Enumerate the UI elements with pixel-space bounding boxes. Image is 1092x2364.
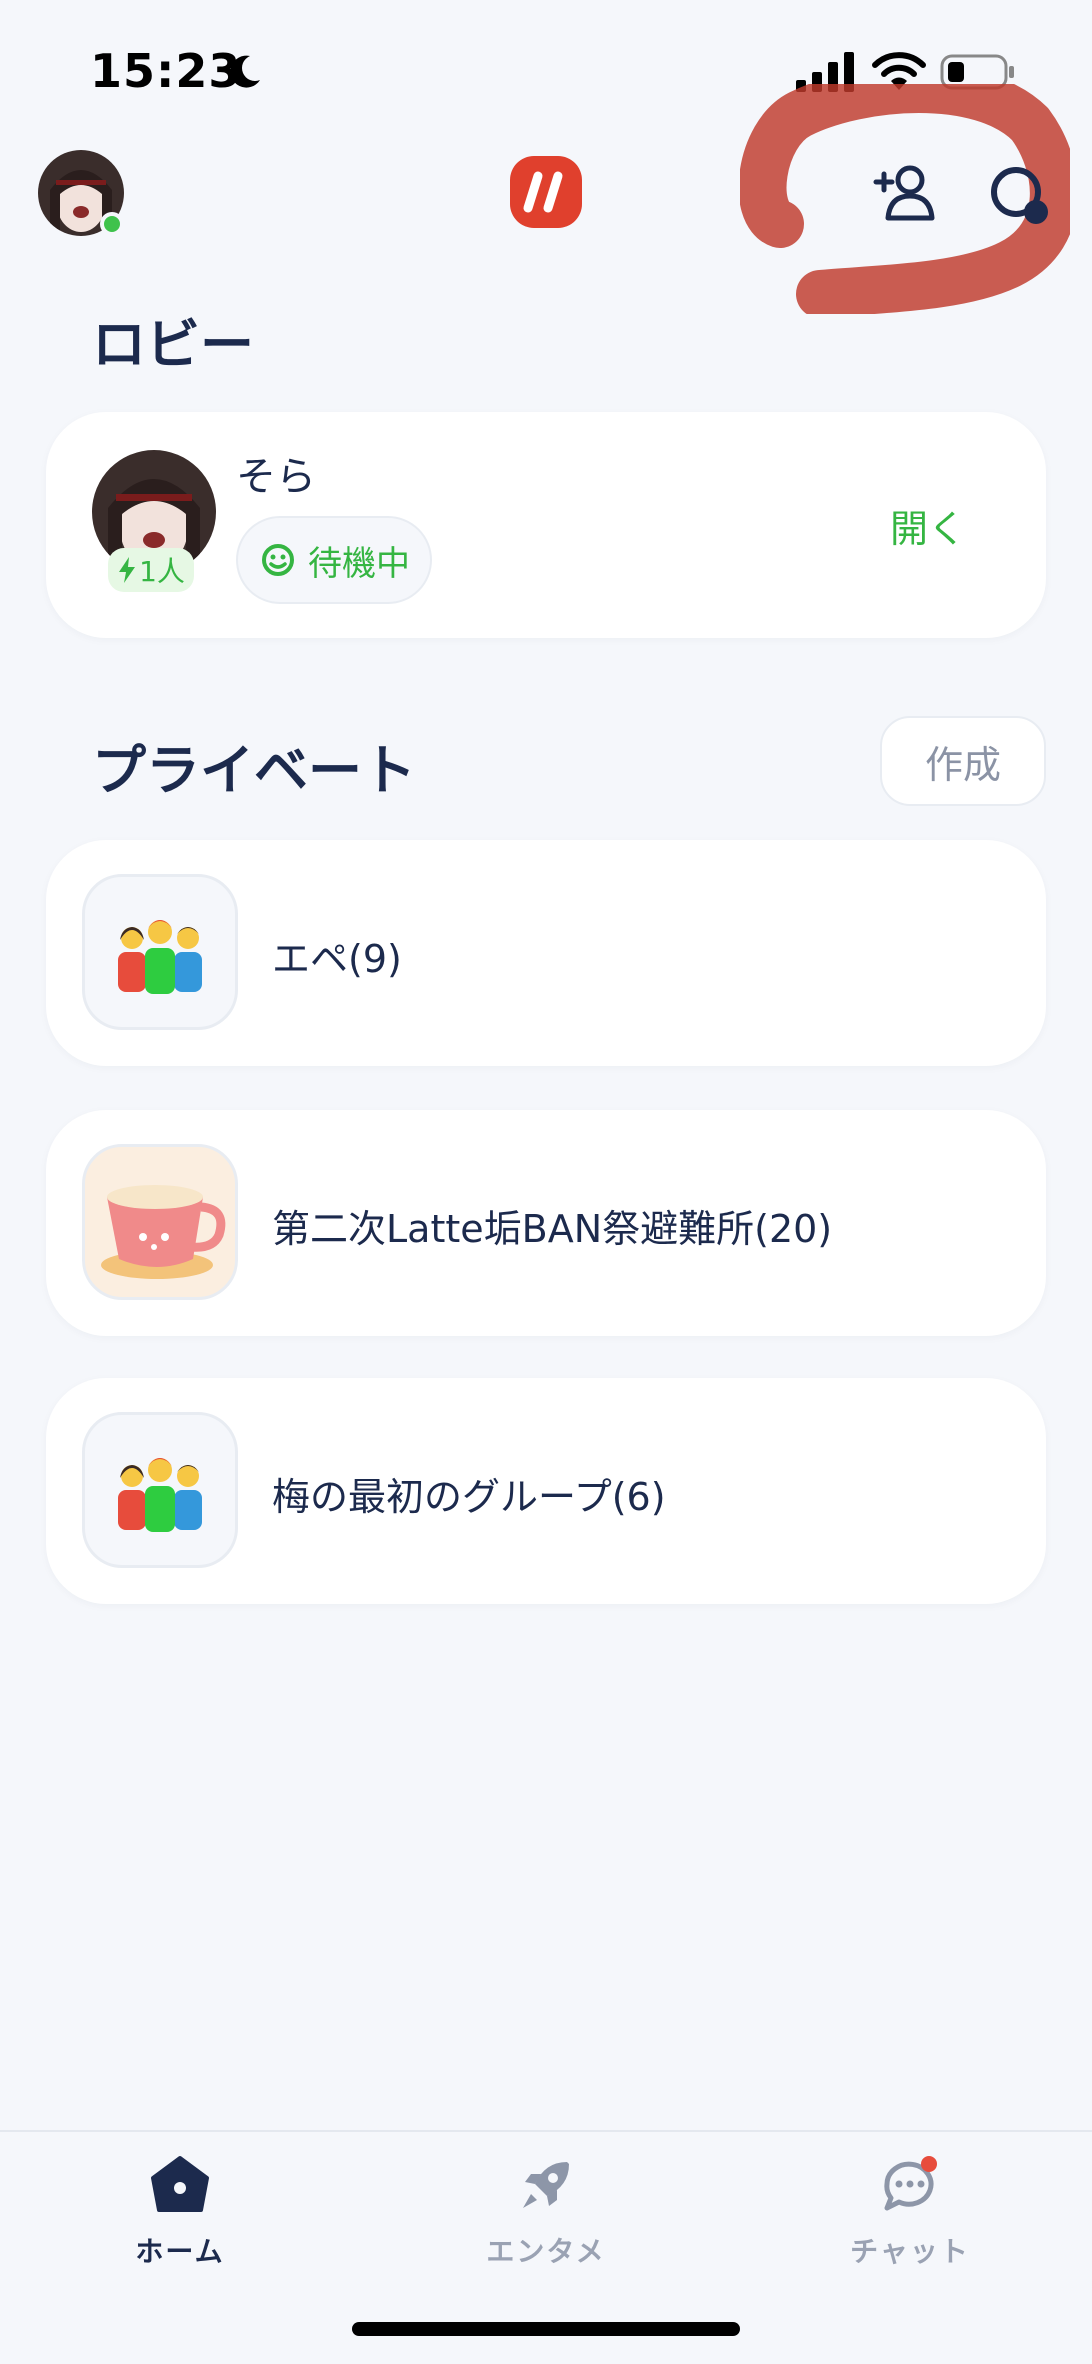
lobby-section-title: ロビー (92, 313, 254, 376)
private-section-title: プライベート (92, 739, 416, 802)
online-status-dot (100, 212, 124, 236)
open-lobby-link[interactable]: 開く (890, 498, 966, 553)
tab-chat-label: チャット (850, 2235, 970, 2268)
wifi-icon (872, 52, 926, 90)
group-card[interactable]: 梅の最初のグループ(6) (46, 1378, 1046, 1604)
group-card[interactable]: 第二次Latte垢BAN祭避難所(20) (46, 1110, 1046, 1336)
people-group-icon (82, 874, 238, 1030)
lobby-user-name: そら (236, 454, 316, 500)
group-name: 第二次Latte垢BAN祭避難所(20) (272, 1207, 833, 1251)
add-friend-icon[interactable] (872, 160, 938, 226)
group-name: エペ(9) (272, 937, 402, 981)
moon-icon (230, 55, 260, 88)
tab-chat[interactable]: チャット (810, 2154, 1010, 2270)
status-time: 15:23 (90, 44, 242, 98)
group-card[interactable]: エペ(9) (46, 840, 1046, 1066)
group-name: 梅の最初のグループ(6) (272, 1475, 666, 1519)
member-count: 1人 (139, 555, 185, 588)
lobby-card[interactable]: 1人 そら 待機中 開く (46, 412, 1046, 638)
app-logo-icon (510, 156, 582, 228)
status-label: 待機中 (308, 543, 410, 584)
status-bar: 15:23 (0, 0, 1092, 140)
search-icon[interactable] (986, 162, 1056, 232)
tab-home-label: ホーム (135, 2235, 225, 2268)
home-indicator (352, 2322, 740, 2336)
bolt-icon (119, 557, 136, 583)
cellular-signal-icon (796, 52, 854, 92)
battery-icon (940, 54, 1014, 90)
chat-icon (884, 2156, 937, 2211)
member-count-badge: 1人 (108, 548, 194, 592)
tab-entertainment[interactable]: エンタメ (446, 2154, 646, 2270)
coffee-cup-icon (82, 1144, 238, 1300)
create-group-button[interactable]: 作成 (880, 716, 1046, 806)
smile-icon (262, 544, 294, 576)
tab-home[interactable]: ホーム (80, 2154, 280, 2270)
home-icon (151, 2156, 209, 2212)
waiting-status-pill: 待機中 (236, 516, 432, 604)
rocket-icon (523, 2162, 569, 2208)
people-group-icon (82, 1412, 238, 1568)
tab-entertainment-label: エンタメ (486, 2235, 606, 2268)
